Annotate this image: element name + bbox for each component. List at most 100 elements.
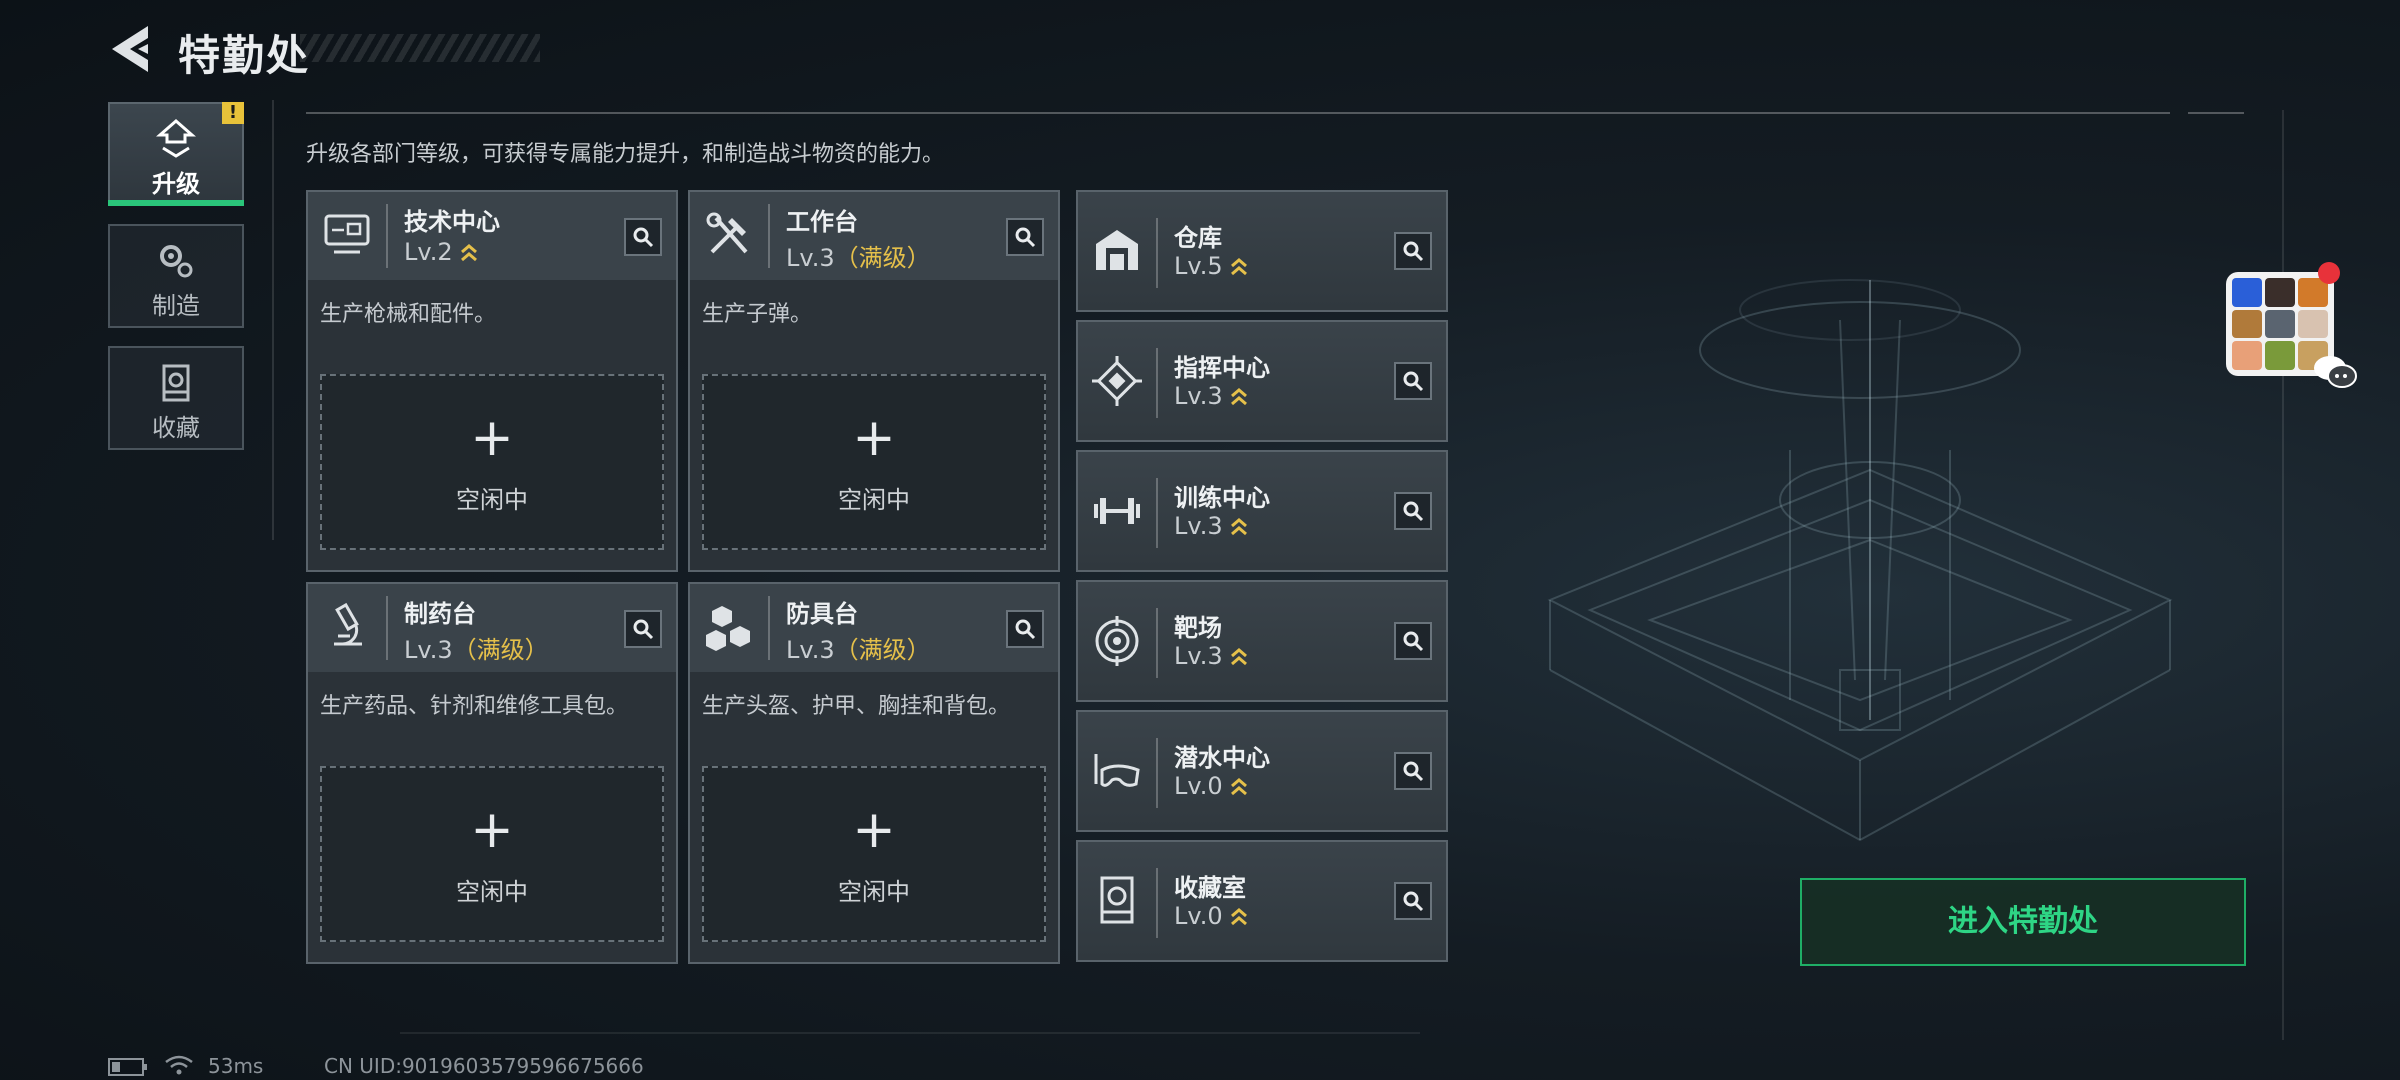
add-icon: + <box>852 800 896 860</box>
facility-name: 技术中心 <box>404 208 500 236</box>
card-separator <box>768 596 770 660</box>
facility-card-diving-center[interactable]: 潜水中心 Lv.0 <box>1076 710 1448 832</box>
facility-name: 收藏室 <box>1174 874 1246 902</box>
facility-card-warehouse[interactable]: 仓库 Lv.5 <box>1076 190 1448 312</box>
card-header: 技术中心 Lv.2 <box>308 192 676 280</box>
level-value: Lv.3 <box>1174 382 1223 410</box>
card-separator <box>768 204 770 268</box>
card-separator <box>1156 608 1158 678</box>
search-icon <box>1015 227 1036 248</box>
back-arrow-icon[interactable] <box>108 24 154 74</box>
avatar <box>2232 278 2262 307</box>
add-icon: + <box>852 408 896 468</box>
tab-collection[interactable]: 收藏 <box>108 346 244 450</box>
search-button[interactable] <box>1394 752 1432 790</box>
facility-name: 指挥中心 <box>1174 354 1270 382</box>
card-separator <box>1156 868 1158 938</box>
level-value: Lv.3 <box>1174 512 1223 540</box>
diving-mask-icon <box>1094 754 1140 787</box>
upgrade-chevron-icon <box>1230 518 1247 536</box>
notification-dot <box>2318 262 2340 284</box>
gear-icon <box>160 245 193 278</box>
tab-upgrade-label: 升级 <box>152 170 200 198</box>
search-button[interactable] <box>1394 492 1432 530</box>
search-icon <box>633 619 654 640</box>
command-chip-icon <box>1092 356 1142 406</box>
warehouse-icon <box>1096 230 1138 270</box>
facility-card-command-center[interactable]: 指挥中心 Lv.3 <box>1076 320 1448 442</box>
avatar <box>2232 341 2262 370</box>
tab-upgrade[interactable]: 升级 ! <box>108 102 244 206</box>
page-title: 特勤处 <box>178 31 311 80</box>
level-value: Lv.0 <box>1174 772 1223 800</box>
upgrade-chevron-icon <box>1230 388 1247 406</box>
user-uid: CN UID:9019603579596675666 <box>324 1054 644 1078</box>
card-separator <box>1156 218 1158 288</box>
card-header: 工作台 Lv.3（满级） <box>690 192 1058 280</box>
sidebar-divider <box>272 100 274 540</box>
facility-card-training-center[interactable]: 训练中心 Lv.3 <box>1076 450 1448 572</box>
facility-level: Lv.3（满级） <box>786 630 931 665</box>
title-decoration <box>300 34 540 62</box>
target-icon <box>1095 616 1139 666</box>
production-slot[interactable]: + 空闲中 <box>320 374 664 550</box>
bottom-divider <box>400 1032 1420 1034</box>
card-separator <box>1156 348 1158 418</box>
avatar <box>2265 341 2295 370</box>
card-header: 制药台 Lv.3（满级） <box>308 584 676 672</box>
facility-wireframe-illustration <box>1547 279 2173 842</box>
production-slot[interactable]: + 空闲中 <box>320 766 664 942</box>
search-button[interactable] <box>1394 232 1432 270</box>
search-button[interactable] <box>624 610 662 648</box>
chat-bubble-icon[interactable] <box>2312 352 2358 392</box>
tab-craft[interactable]: 制造 <box>108 224 244 328</box>
facility-card-workbench[interactable]: 工作台 Lv.3（满级） 生产子弹。 + 空闲中 <box>688 190 1060 572</box>
tools-icon <box>706 212 748 254</box>
facility-level: Lv.0 <box>1174 902 1249 930</box>
search-icon <box>1403 241 1424 262</box>
max-level-tag: （满级） <box>834 636 931 664</box>
facility-level: Lv.3（满级） <box>786 238 931 273</box>
facility-name: 训练中心 <box>1174 484 1270 512</box>
facility-card-collection-room[interactable]: 收藏室 Lv.0 <box>1076 840 1448 962</box>
wifi-icon <box>165 1055 193 1075</box>
search-icon <box>1403 891 1424 912</box>
facility-level: Lv.2 <box>404 238 479 266</box>
production-slot[interactable]: + 空闲中 <box>702 374 1046 550</box>
facility-name: 潜水中心 <box>1174 744 1270 772</box>
card-separator <box>1156 478 1158 548</box>
top-divider-end <box>2188 112 2244 114</box>
search-button[interactable] <box>1394 622 1432 660</box>
dumbbell-icon <box>1094 498 1140 524</box>
search-button[interactable] <box>624 218 662 256</box>
computer-icon <box>324 214 370 254</box>
search-button[interactable] <box>1394 362 1432 400</box>
slot-status: 空闲中 <box>456 878 528 906</box>
facility-level: Lv.3 <box>1174 642 1249 670</box>
search-icon <box>1403 761 1424 782</box>
trophy-case-icon <box>162 364 190 402</box>
facility-level: Lv.3（满级） <box>404 630 549 665</box>
level-value: Lv.2 <box>404 238 453 266</box>
warning-badge: ! <box>222 102 244 124</box>
upgrade-chevron-icon <box>1230 258 1247 276</box>
facility-level: Lv.5 <box>1174 252 1249 280</box>
production-slot[interactable]: + 空闲中 <box>702 766 1046 942</box>
slot-status: 空闲中 <box>838 486 910 514</box>
max-level-tag: （满级） <box>834 244 931 272</box>
search-button[interactable] <box>1394 882 1432 920</box>
search-icon <box>1403 631 1424 652</box>
search-button[interactable] <box>1006 610 1044 648</box>
facility-card-pharmacy[interactable]: 制药台 Lv.3（满级） 生产药品、针剂和维修工具包。 + 空闲中 <box>306 582 678 964</box>
facility-card-shooting-range[interactable]: 靶场 Lv.3 <box>1076 580 1448 702</box>
enter-special-ops-button[interactable]: 进入特勤处 <box>1800 878 2246 966</box>
search-button[interactable] <box>1006 218 1044 256</box>
section-description: 升级各部门等级，可获得专属能力提升，和制造战斗物资的能力。 <box>306 142 945 167</box>
tab-craft-label: 制造 <box>152 292 200 320</box>
facility-card-armor-bench[interactable]: 防具台 Lv.3（满级） 生产头盔、护甲、胸挂和背包。 + 空闲中 <box>688 582 1060 964</box>
search-icon <box>1403 501 1424 522</box>
avatar <box>2265 278 2295 307</box>
facility-card-tech-center[interactable]: 技术中心 Lv.2 生产枪械和配件。 + 空闲中 <box>306 190 678 572</box>
microscope-icon <box>334 602 362 646</box>
level-value: Lv.3 <box>1174 642 1223 670</box>
